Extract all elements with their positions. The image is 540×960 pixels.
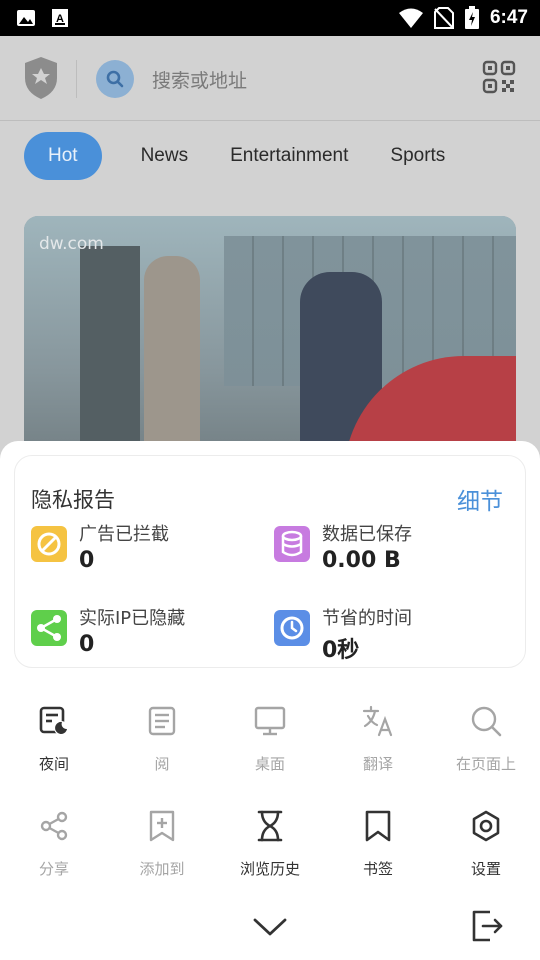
no-sim-icon — [433, 7, 454, 29]
menu-footer — [0, 909, 540, 949]
chevron-down-icon[interactable] — [252, 915, 288, 939]
menu-reader[interactable]: 阅 — [108, 705, 216, 785]
category-tabs: Hot News Entertainment Sports — [24, 132, 466, 180]
menu-row-1: 夜间 阅 桌面 翻译 在页面上 — [0, 705, 540, 785]
desktop-icon — [254, 706, 286, 736]
search-input[interactable]: 搜索或地址 — [152, 66, 247, 93]
tab-hot[interactable]: Hot — [24, 132, 102, 180]
status-bar: A 6:47 — [0, 0, 540, 36]
news-source: dw.com — [39, 234, 104, 254]
text-icon: A — [52, 9, 68, 27]
qr-scan-icon[interactable] — [482, 60, 516, 94]
search-icon[interactable] — [96, 60, 134, 98]
menu-share[interactable]: 分享 — [0, 810, 108, 890]
image-icon — [17, 10, 35, 26]
history-icon — [257, 810, 283, 842]
tab-news[interactable]: News — [120, 132, 210, 180]
exit-icon[interactable] — [470, 909, 504, 943]
privacy-report-card: 隐私报告 细节 广告已拦截 0 数据已保存 0.00 B 实际IP已隐藏 0 节… — [14, 455, 526, 668]
night-mode-icon — [39, 706, 68, 735]
menu-row-2: 分享 添加到 浏览历史 书签 设置 — [0, 810, 540, 890]
translate-icon — [362, 705, 393, 737]
find-in-page-icon — [471, 706, 502, 737]
divider — [76, 60, 77, 98]
news-card[interactable]: dw.com — [24, 216, 516, 476]
ad-block-icon — [31, 526, 67, 562]
tab-entertainment[interactable]: Entertainment — [209, 132, 369, 180]
wifi-icon — [398, 8, 423, 28]
share-nodes-icon — [31, 610, 67, 646]
menu-translate[interactable]: 翻译 — [324, 705, 432, 785]
menu-night-mode[interactable]: 夜间 — [0, 705, 108, 785]
clock-icon — [274, 610, 310, 646]
share-icon — [40, 811, 68, 841]
menu-bookmarks[interactable]: 书签 — [324, 810, 432, 890]
database-icon — [274, 526, 310, 562]
clock-time: 6:47 — [489, 7, 528, 28]
shield-icon[interactable] — [24, 56, 58, 100]
tab-sports[interactable]: Sports — [369, 132, 466, 180]
stat-time-saved: 节省的时间 0秒 — [274, 604, 504, 664]
menu-history[interactable]: 浏览历史 — [216, 810, 324, 890]
battery-charging-icon — [464, 6, 479, 29]
settings-icon — [472, 810, 500, 842]
browser-menu-sheet: 隐私报告 细节 广告已拦截 0 数据已保存 0.00 B 实际IP已隐藏 0 节… — [0, 441, 540, 960]
reader-icon — [148, 706, 176, 736]
menu-settings[interactable]: 设置 — [432, 810, 540, 890]
bookmark-icon — [365, 810, 391, 842]
stat-ip-hidden: 实际IP已隐藏 0 — [31, 604, 261, 664]
address-bar: 搜索或地址 — [0, 36, 540, 121]
stat-ads-blocked: 广告已拦截 0 — [31, 520, 261, 580]
details-link[interactable]: 细节 — [457, 482, 503, 516]
menu-find-in-page[interactable]: 在页面上 — [432, 705, 540, 785]
stat-data-saved: 数据已保存 0.00 B — [274, 520, 504, 580]
menu-desktop[interactable]: 桌面 — [216, 705, 324, 785]
add-bookmark-icon — [149, 810, 175, 842]
menu-add-to[interactable]: 添加到 — [108, 810, 216, 890]
privacy-report-title: 隐私报告 — [31, 488, 115, 512]
